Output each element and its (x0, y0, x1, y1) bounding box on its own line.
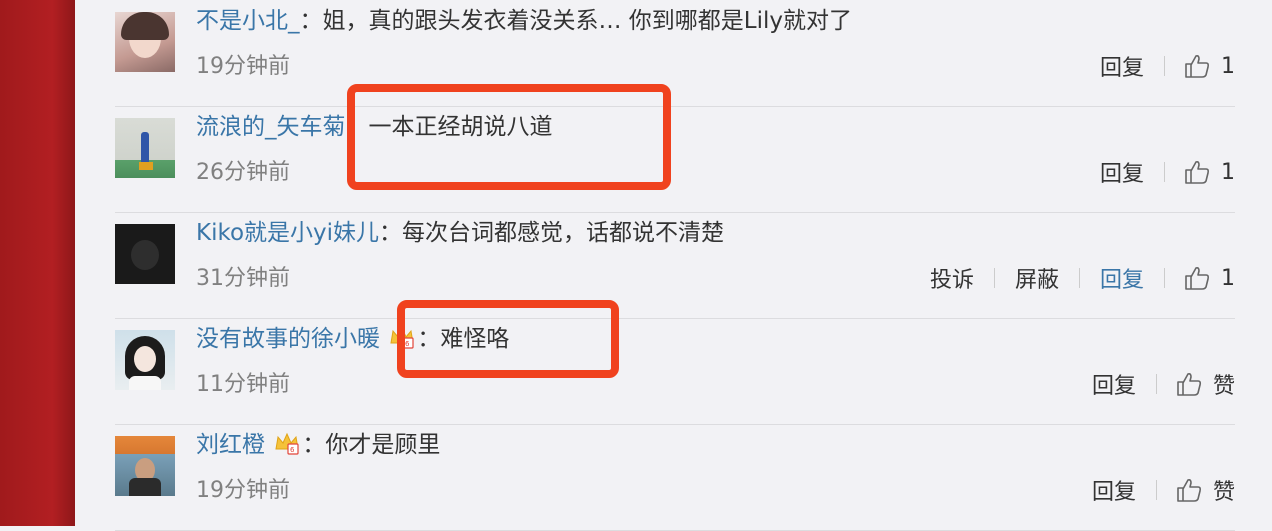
divider (1164, 268, 1165, 288)
comment-item: Kiko就是小yi妹儿：每次台词都感觉，话都说不清楚 31分钟前 投诉 屏蔽 回… (115, 212, 1235, 319)
thumbs-up-icon (1185, 267, 1210, 290)
crown-badge-icon: 6 (274, 431, 300, 455)
divider (993, 268, 995, 288)
reply-button[interactable]: 回复 (1090, 368, 1138, 400)
like-button[interactable]: 1 (1183, 264, 1235, 292)
like-label: 赞 (1212, 480, 1235, 505)
comment-time: 19分钟前 (196, 54, 290, 79)
comment-username[interactable]: 没有故事的徐小暖 (196, 326, 380, 352)
divider (1164, 56, 1165, 76)
comment-username[interactable]: 刘红橙 (196, 432, 265, 458)
avatar[interactable] (115, 118, 175, 178)
like-button[interactable]: 赞 (1175, 368, 1235, 400)
reply-button[interactable]: 回复 (1098, 50, 1146, 82)
thumbs-up-icon (1177, 373, 1202, 396)
thumbs-up-icon (1185, 161, 1210, 184)
reply-button[interactable]: 回复 (1098, 262, 1146, 294)
comment-username[interactable]: 流浪的_矢车菊 (196, 114, 346, 140)
comment-time: 31分钟前 (196, 266, 290, 291)
reply-button[interactable]: 回复 (1090, 474, 1138, 506)
thumbs-up-icon (1177, 479, 1202, 502)
comment-actions: 回复 1 (1098, 156, 1235, 188)
comment-username[interactable]: Kiko就是小yi妹儿 (196, 220, 379, 246)
comment-separator: ： (299, 8, 323, 34)
block-button[interactable]: 屏蔽 (1013, 262, 1061, 294)
like-label: 赞 (1212, 374, 1235, 399)
comment-time: 26分钟前 (196, 160, 290, 185)
highlight-box (347, 84, 671, 190)
comment-separator: ： (379, 220, 403, 246)
avatar[interactable] (115, 12, 175, 72)
comment-text: 姐，真的跟头发衣着没关系… 你到哪都是Lily就对了 (322, 8, 853, 34)
comment-text: 你才是顾里 (325, 432, 441, 458)
comment-actions: 投诉 屏蔽 回复 1 (928, 262, 1235, 294)
comment-item: 不是小北_：姐，真的跟头发衣着没关系… 你到哪都是Lily就对了 19分钟前 回… (115, 0, 1235, 107)
thumbs-up-icon (1185, 55, 1210, 78)
avatar[interactable] (115, 330, 175, 390)
comment-username[interactable]: 不是小北_ (196, 8, 300, 34)
divider (1164, 162, 1165, 182)
comment-item: 流浪的_矢车菊：一本正经胡说八道 26分钟前 回复 1 (115, 106, 1235, 213)
comment-item: 刘红橙 6 ：你才是顾里 19分钟前 回复 赞 (115, 424, 1235, 531)
comment-item: 没有故事的徐小暖 6 ：难怪咯 11分钟前 回复 赞 (115, 318, 1235, 425)
highlight-box (397, 300, 619, 378)
comment-actions: 回复 赞 (1090, 474, 1235, 506)
like-count: 1 (1221, 53, 1235, 79)
like-button[interactable]: 1 (1183, 52, 1235, 80)
like-button[interactable]: 1 (1183, 158, 1235, 186)
svg-text:6: 6 (290, 446, 295, 454)
like-count: 1 (1221, 159, 1235, 185)
like-count: 1 (1221, 265, 1235, 291)
avatar[interactable] (115, 224, 175, 284)
like-button[interactable]: 赞 (1175, 474, 1235, 506)
comment-list: 不是小北_：姐，真的跟头发衣着没关系… 你到哪都是Lily就对了 19分钟前 回… (75, 0, 1272, 531)
comment-time: 11分钟前 (196, 372, 290, 397)
comment-separator: ： (302, 432, 326, 458)
comment-actions: 回复 赞 (1090, 368, 1235, 400)
comment-text: 每次台词都感觉，话都说不清楚 (402, 220, 725, 246)
comment-actions: 回复 1 (1098, 50, 1235, 82)
avatar[interactable] (115, 436, 175, 496)
divider (1078, 268, 1080, 288)
left-red-bar (0, 0, 75, 526)
comment-time: 19分钟前 (196, 478, 290, 503)
reply-button[interactable]: 回复 (1098, 156, 1146, 188)
divider (1155, 374, 1157, 394)
report-button[interactable]: 投诉 (928, 262, 976, 294)
divider (1155, 480, 1157, 500)
